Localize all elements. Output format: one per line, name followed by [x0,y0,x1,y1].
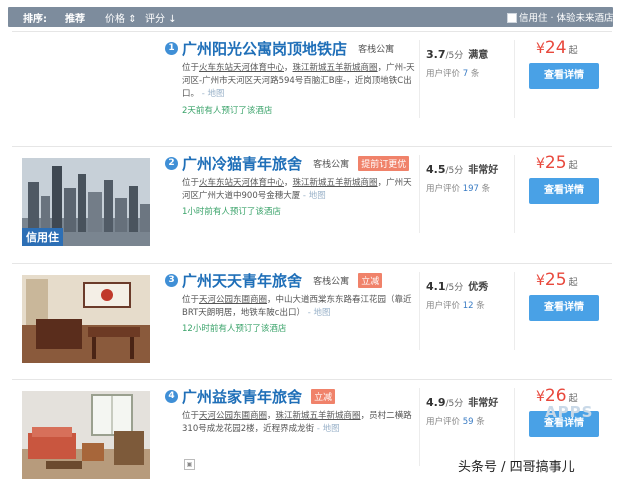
watermark-ghost: APPS [545,403,594,421]
hotel-score: 4.5/5分 非常好 [426,163,499,176]
hotel-name-link[interactable]: 广州阳光公寓岗顶地铁店 [182,40,347,58]
hotel-score: 4.1/5分 优秀 [426,280,489,293]
map-link[interactable]: - 地图 [314,424,340,434]
hotel-price: ¥25 起 [536,153,578,173]
promo-tag: 立减 [311,389,336,404]
view-details-button[interactable]: 查看详情 [529,295,599,321]
hotel-type: 客栈公寓 [313,277,350,287]
hotel-name-link[interactable]: 广州冷猫青年旅舍 [182,155,302,173]
hotel-card: 3 广州天天青年旅舍 客栈公寓 立减 位于天河公园东圃商圈，中山大道西棠东东路春… [12,263,612,371]
hotel-score: 3.7/5分 满意 [426,48,489,61]
hotel-card: 信用住 2 广州冷猫青年旅舍 客栈公寓 提前订更优 位于火车东站天河体育中心，珠… [12,146,612,254]
view-details-button[interactable]: 查看详情 [529,63,599,89]
sort-label: 排序: [23,14,47,25]
hotel-address: 位于火车东站天河体育中心，珠江新城五羊新城商圈，广州天河区广州大道中900号金穗… [182,178,412,201]
divider [419,40,420,118]
sort-recommend[interactable]: 推荐 [65,10,85,25]
hotel-reviews[interactable]: 用户评价 59 条 [426,415,485,427]
divider [419,272,420,350]
hotel-index-badge: 2 [165,157,178,170]
divider [419,155,420,233]
hotel-score: 4.9/5分 非常好 [426,396,499,409]
hotel-reviews[interactable]: 用户评价 7 条 [426,67,479,79]
hotel-price: ¥25 起 [536,270,578,290]
hotel-photo[interactable] [22,391,150,479]
hotel-reviews[interactable]: 用户评价 197 条 [426,182,490,194]
credit-filter-label[interactable]: 信用住 · 体验未来酒店 [519,10,614,24]
view-details-button[interactable]: 查看详情 [529,178,599,204]
sort-rating[interactable]: 评分 ↓ [145,10,177,25]
hotel-index-badge: 1 [165,42,178,55]
credit-stay-tag: 信用住 [22,228,63,246]
sort-bar: 排序: 推荐 价格 ⇕ 评分 ↓ 信用住 · 体验未来酒店 [8,7,614,27]
divider [514,388,515,466]
booked-notice: 12小时前有人预订了该酒店 [182,324,287,334]
image-icon[interactable]: ▣ [184,459,195,470]
hotel-address: 位于天河公园东圃商圈，中山大道西棠东东路春江花园（靠近BRT天朗明居，地铁车陂c… [182,295,412,318]
sort-price-arrow-icon: ⇕ [128,14,137,25]
hotel-reviews[interactable]: 用户评价 12 条 [426,299,485,311]
map-link[interactable]: - 地图 [199,89,225,99]
area-link[interactable]: 珠江新城五羊新城商圈 [293,63,378,73]
hotel-index-badge: 4 [165,390,178,403]
sort-price[interactable]: 价格 ⇕ [105,10,137,25]
divider [514,155,515,233]
area-link[interactable]: 火车东站天河体育中心 [199,63,284,73]
hotel-type: 客栈公寓 [358,45,395,55]
booked-notice: 1小时前有人预订了该酒店 [182,207,281,217]
area-link[interactable]: 天河公园东圃商圈 [199,411,267,421]
sort-rating-arrow-icon: ↓ [168,14,177,25]
area-link[interactable]: 天河公园东圃商圈 [199,295,267,305]
hotel-card: 1 广州阳光公寓岗顶地铁店 客栈公寓 位于火车东站天河体育中心，珠江新城五羊新城… [12,31,612,139]
hotel-name-link[interactable]: 广州天天青年旅舍 [182,272,302,290]
area-link[interactable]: 珠江新城五羊新城商圈 [276,411,361,421]
booked-notice: 2天前有人预订了该酒店 [182,106,273,116]
watermark: 头条号 / 四哥搞事儿 [458,460,575,475]
hotel-photo[interactable]: 信用住 [22,158,150,246]
map-link[interactable]: - 地图 [305,308,331,318]
hotel-address: 位于天河公园东圃商圈，珠江新城五羊新城商圈，员村二横路310号成龙花园2楼，近程… [182,411,412,434]
hotel-price: ¥24 起 [536,38,578,58]
hotel-photo[interactable] [22,275,150,363]
hotel-address: 位于火车东站天河体育中心，珠江新城五羊新城商圈，广州-天河区-广州市天河区天河路… [182,63,415,99]
credit-filter-checkbox[interactable] [507,13,517,23]
divider [419,388,420,466]
promo-tag: 立减 [358,273,383,288]
divider [514,272,515,350]
map-link[interactable]: - 地图 [300,191,326,201]
area-link[interactable]: 火车东站天河体育中心 [199,178,284,188]
promo-tag: 提前订更优 [358,156,410,171]
hotel-name-link[interactable]: 广州益家青年旅舍 [182,388,302,406]
hotel-type: 客栈公寓 [313,160,350,170]
divider [514,40,515,118]
hotel-index-badge: 3 [165,274,178,287]
area-link[interactable]: 珠江新城五羊新城商圈 [293,178,378,188]
